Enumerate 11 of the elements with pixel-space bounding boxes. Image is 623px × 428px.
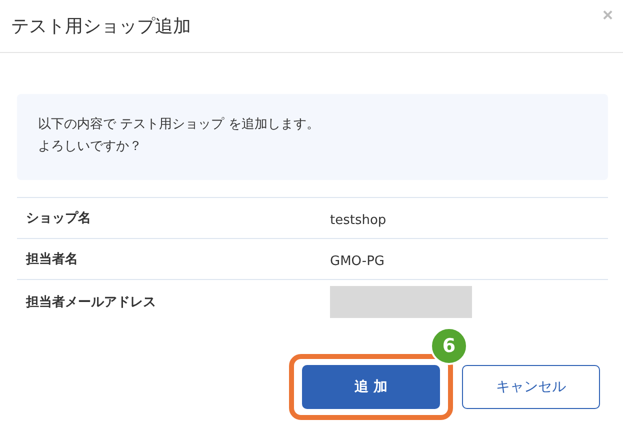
- field-label: ショップ名: [25, 210, 92, 227]
- field-label: 担当者名: [24, 251, 79, 268]
- button[interactable]: 追 加: [302, 365, 440, 409]
- step-badge: 6: [430, 327, 468, 365]
- dialog-title: テスト用ショップ追加: [11, 15, 191, 38]
- field-label: 担当者メールアドレス: [24, 294, 157, 311]
- button[interactable]: キャンセル: [462, 365, 600, 409]
- field-value: testshop: [330, 212, 386, 228]
- message-text: 以下の内容で テスト用ショップ を追加します。: [38, 116, 320, 134]
- field-value: GMO-PG: [330, 254, 384, 268]
- message-text: よろしいですか？: [38, 138, 143, 156]
